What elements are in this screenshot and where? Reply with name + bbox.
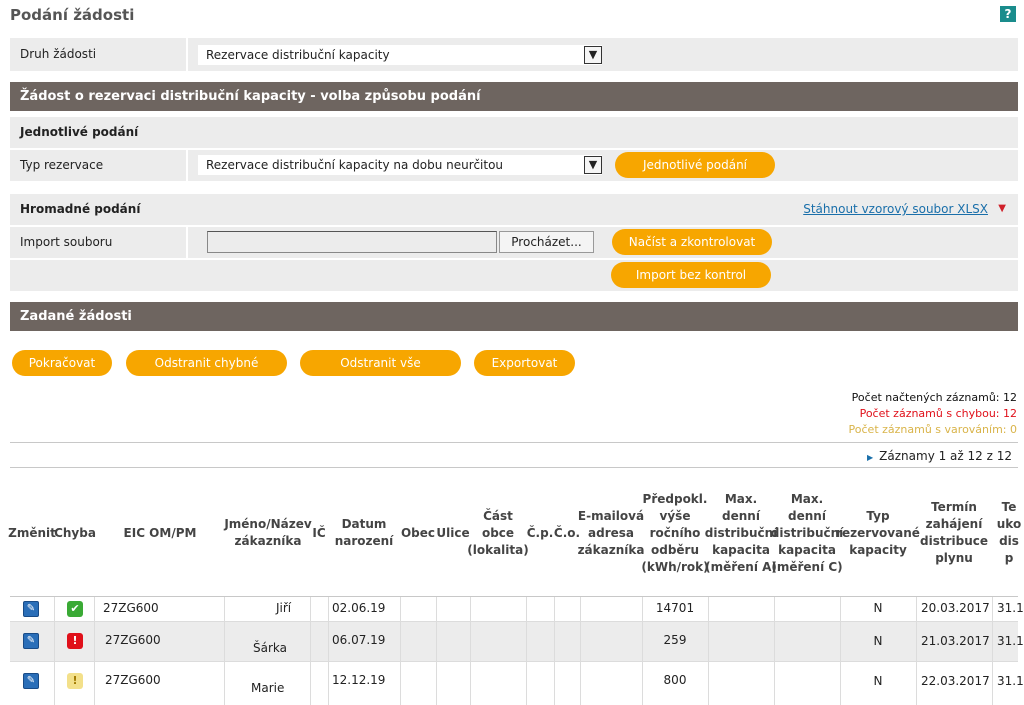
load-check-button[interactable]: Načíst a zkontrolovat [612, 229, 772, 255]
col-obec: Obec [400, 525, 436, 540]
col-zmenit: Změnit [8, 525, 56, 540]
cell-datum: 06.07.19 [332, 633, 386, 647]
pencil-icon[interactable]: ✎ [23, 673, 39, 689]
col-cp: Č.p. [526, 525, 554, 540]
cell-termin: 22.03.2017 [921, 674, 990, 688]
cell-eic: 27ZG600 [105, 673, 161, 687]
cell-jmeno: Jiří [276, 601, 292, 615]
download-template-link[interactable]: Stáhnout vzorový soubor XLSX [803, 202, 988, 216]
import-label: Import souboru [20, 235, 113, 249]
type-row: Typ rezervace Rezervace distribuční kapa… [10, 150, 1018, 181]
col-jmeno: Jméno/Název zákazníka [224, 517, 312, 548]
stat-warnings: Počet záznamů s varováním: 0 [848, 423, 1017, 436]
druh-row: Druh žádosti Rezervace distribuční kapac… [10, 38, 1018, 71]
section-bar-volba: Žádost o rezervaci distribuční kapacity … [10, 82, 1018, 111]
type-label: Typ rezervace [20, 158, 104, 172]
col-typ: Typ rezervované kapacity [836, 508, 920, 557]
col-cast: Část obce (lokalita) [467, 508, 529, 557]
remove-all-button[interactable]: Odstranit vše [300, 350, 461, 376]
chevron-down-icon[interactable]: ▼ [584, 156, 602, 174]
single-submit-button[interactable]: Jednotlivé podání [615, 152, 775, 178]
bulk-heading: Hromadné podání [20, 202, 141, 216]
pencil-icon[interactable]: ✎ [23, 601, 39, 617]
import-nocheck-row [10, 260, 1018, 291]
single-heading-row: Jednotlivé podání [10, 117, 1018, 148]
type-select[interactable]: Rezervace distribuční kapacity na dobu n… [198, 155, 602, 175]
cell-typ: N [873, 601, 883, 615]
type-value: Rezervace distribuční kapacity na dobu n… [206, 158, 504, 172]
download-icon[interactable]: ▼ [998, 203, 1006, 214]
cell-odber: 800 [663, 673, 687, 687]
col-maxc: Max. denní distribuční kapacita (měření … [770, 491, 844, 574]
import-nocheck-button[interactable]: Import bez kontrol [611, 262, 771, 288]
cell-last: 31.1 [997, 674, 1024, 688]
status-warning-icon: ! [67, 673, 83, 689]
cell-eic: 27ZG600 [103, 601, 159, 615]
continue-button[interactable]: Pokračovat [12, 350, 112, 376]
druh-select[interactable]: Rezervace distribuční kapacity ▼ [198, 45, 602, 65]
page-title: Podání žádosti [10, 6, 135, 24]
col-datum: Datum narození [334, 517, 394, 548]
cell-termin: 20.03.2017 [921, 601, 990, 615]
col-co: Č.o. [553, 525, 581, 540]
stat-loaded: Počet načtených záznamů: 12 [851, 391, 1017, 404]
pager-arrow-icon[interactable]: ▶ [867, 453, 873, 462]
file-path-input[interactable] [207, 231, 497, 253]
cell-datum: 12.12.19 [332, 673, 386, 687]
col-termin: Termín zahájení distribuce plynu [920, 500, 988, 565]
col-chyba: Chyba [54, 525, 96, 540]
col-ulice: Ulice [436, 525, 470, 540]
stat-errors: Počet záznamů s chybou: 12 [859, 407, 1017, 420]
druh-label: Druh žádosti [20, 47, 97, 61]
pager-text: Záznamy 1 až 12 z 12 [879, 449, 1012, 463]
single-heading: Jednotlivé podání [20, 125, 139, 139]
col-ic: IČ [312, 525, 326, 540]
status-ok-icon: ✔ [67, 601, 83, 617]
cell-odber: 14701 [655, 601, 695, 615]
browse-button[interactable]: Procházet... [499, 231, 594, 253]
cell-typ: N [873, 634, 883, 648]
col-predp: Předpokl. výše ročního odběru (kWh/rok) [641, 491, 709, 574]
col-eic: EIC OM/PM [123, 525, 197, 540]
cell-jmeno: Šárka [253, 641, 287, 655]
chevron-down-icon[interactable]: ▼ [584, 46, 602, 64]
col-maxa: Max. denní distribuční kapacita (měření … [704, 491, 778, 574]
status-error-icon: ! [67, 633, 83, 649]
export-button[interactable]: Exportovat [474, 350, 575, 376]
cell-jmeno: Marie [251, 681, 285, 695]
col-termin-ukonceni: Te uko dis p [996, 500, 1022, 565]
cell-datum: 02.06.19 [332, 601, 386, 615]
cell-odber: 259 [663, 633, 687, 647]
pager[interactable]: ▶ Záznamy 1 až 12 z 12 [867, 449, 1012, 463]
druh-value: Rezervace distribuční kapacity [206, 48, 390, 62]
cell-termin: 21.03.2017 [921, 634, 990, 648]
remove-errors-button[interactable]: Odstranit chybné [126, 350, 287, 376]
help-icon[interactable]: ? [1000, 6, 1016, 22]
cell-eic: 27ZG600 [105, 633, 161, 647]
pencil-icon[interactable]: ✎ [23, 633, 39, 649]
cell-typ: N [873, 674, 883, 688]
cell-last: 31.1 [997, 601, 1024, 615]
cell-last: 31.1 [997, 634, 1024, 648]
col-email: E-mailová adresa zákazníka [577, 508, 645, 557]
section-bar-zadane: Zadané žádosti [10, 302, 1018, 331]
